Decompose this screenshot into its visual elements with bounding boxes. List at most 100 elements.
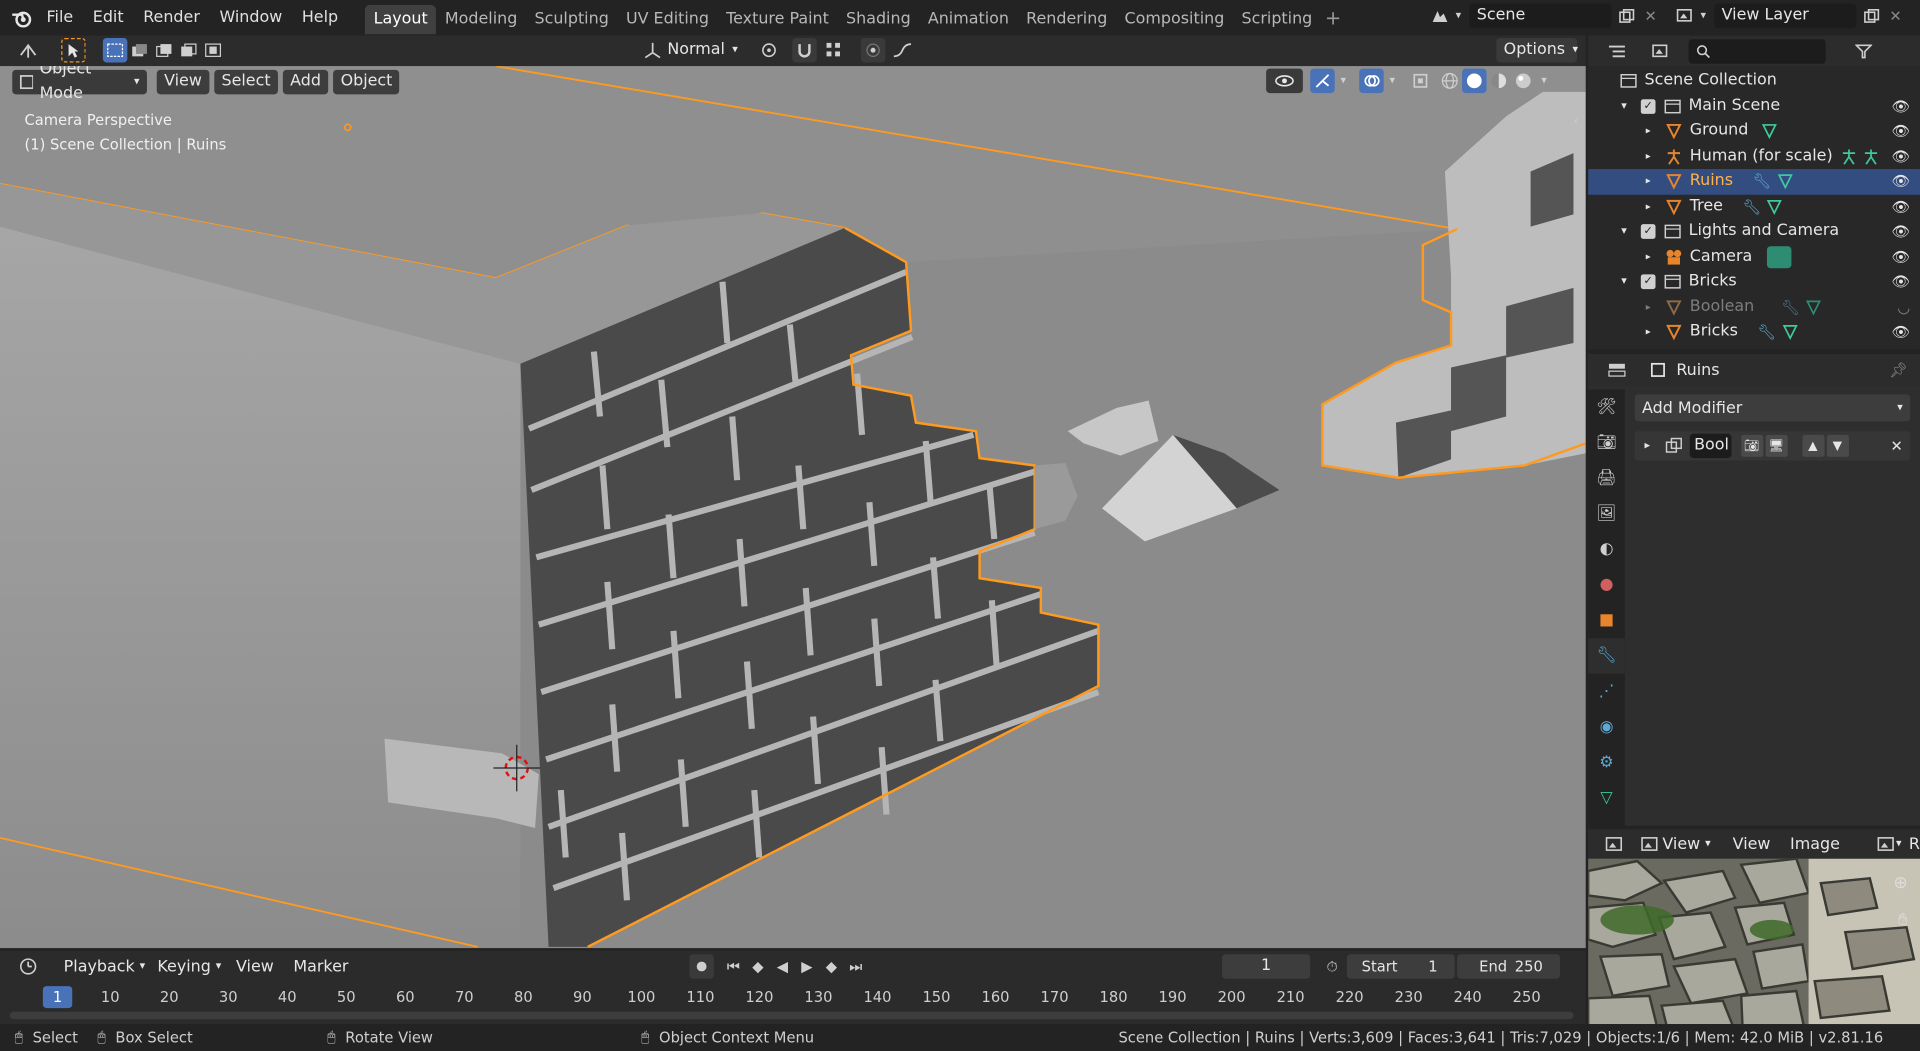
filter-icon[interactable] <box>1845 39 1882 63</box>
eye-icon[interactable]: 👁 <box>1892 194 1911 218</box>
render-tab-icon[interactable]: 📷︎ <box>1588 425 1625 461</box>
select-intersect-icon[interactable] <box>201 38 225 62</box>
outliner-row-ruins[interactable]: ▸ Ruins 🔧︎ 👁 <box>1588 169 1920 195</box>
pivot-point-icon[interactable] <box>753 38 787 62</box>
snap-grid-icon[interactable] <box>816 38 850 62</box>
tab-layout[interactable]: Layout <box>365 4 437 35</box>
expand-arrow-icon[interactable]: ▸ <box>1644 440 1650 452</box>
outliner-row-bricks[interactable]: ▸ Bricks 🔧︎ 👁 <box>1588 320 1920 345</box>
tab-modeling[interactable]: Modeling <box>436 5 526 34</box>
eye-icon[interactable]: 👁 <box>1892 220 1911 244</box>
checkbox-icon[interactable]: ✓ <box>1640 224 1656 240</box>
image-menu[interactable]: Image <box>1790 835 1840 853</box>
outliner-row-bricks-collection[interactable]: ▾ ✓ Bricks 👁 <box>1588 269 1920 294</box>
checkbox-icon[interactable]: ✓ <box>1640 274 1656 290</box>
outliner-editor-type-icon[interactable] <box>1598 39 1635 63</box>
viewport-toggle-icon[interactable]: 🖥︎ <box>1765 434 1788 457</box>
select-invert-icon[interactable] <box>176 38 200 62</box>
outliner-row-human[interactable]: ▸ Human (for scale) 👁 <box>1588 144 1920 169</box>
zoom-icon[interactable]: ⊕ <box>1893 873 1907 893</box>
add-menu[interactable]: Add <box>282 69 329 95</box>
eye-icon[interactable]: 👁 <box>1892 169 1911 193</box>
chevron-down-icon[interactable]: ▾ <box>1536 69 1553 93</box>
snap-toggle-icon[interactable] <box>791 37 817 63</box>
expand-arrow-icon[interactable]: ▾ <box>1621 270 1636 294</box>
select-extend-icon[interactable] <box>127 38 151 62</box>
solid-shading-icon[interactable] <box>1462 68 1487 94</box>
gizmo-toggle-icon[interactable] <box>1310 68 1335 94</box>
object-tab-icon[interactable]: ■ <box>1588 603 1625 639</box>
tab-scripting[interactable]: Scripting <box>1233 5 1321 34</box>
expand-arrow-icon[interactable]: ▸ <box>1646 119 1661 143</box>
image-view-dropdown[interactable]: View <box>1662 835 1700 853</box>
outliner-search-input[interactable] <box>1688 39 1826 64</box>
display-mode-icon[interactable] <box>1642 39 1679 63</box>
add-workspace-button[interactable]: + <box>1321 6 1345 30</box>
outliner-scene-collection[interactable]: Scene Collection <box>1588 69 1920 94</box>
menu-file[interactable]: File <box>37 0 83 36</box>
tab-animation[interactable]: Animation <box>919 5 1017 34</box>
start-frame-field[interactable]: Start 1 <box>1346 954 1455 979</box>
eye-icon[interactable]: 👁 <box>1892 119 1911 143</box>
wireframe-shading-icon[interactable] <box>1438 69 1462 93</box>
move-up-icon[interactable]: ▲ <box>1801 434 1824 457</box>
particles-tab-icon[interactable]: ⋰ <box>1588 674 1625 710</box>
current-frame-field[interactable]: 1 <box>1222 954 1311 979</box>
tab-shading[interactable]: Shading <box>837 5 919 34</box>
render-toggle-icon[interactable]: 📷︎ <box>1740 434 1763 457</box>
data-tab-icon[interactable]: ▽ <box>1588 780 1625 816</box>
expand-arrow-icon[interactable]: ▸ <box>1646 194 1661 218</box>
overlays-toggle-icon[interactable] <box>1359 68 1384 94</box>
falloff-icon[interactable] <box>885 38 919 62</box>
view-layer-field[interactable]: View Layer <box>1714 3 1857 29</box>
expand-arrow-icon[interactable]: ▸ <box>1646 320 1661 344</box>
view-menu[interactable]: View <box>156 69 210 95</box>
add-modifier-dropdown[interactable]: Add Modifier ▾ <box>1634 394 1911 422</box>
tool-tab-icon[interactable]: 🛠︎ <box>1588 390 1625 426</box>
eye-icon[interactable]: 👁 <box>1892 245 1911 269</box>
world-tab-icon[interactable]: ● <box>1588 567 1625 603</box>
record-icon[interactable] <box>689 954 714 979</box>
eye-icon[interactable]: 👁 <box>1892 320 1911 344</box>
blender-logo-icon[interactable] <box>7 6 36 30</box>
close-icon[interactable]: ✕ <box>1883 4 1907 28</box>
marker-menu[interactable]: Marker <box>293 957 348 975</box>
modifier-name-field[interactable]: Bool <box>1689 433 1731 459</box>
close-icon[interactable]: ✕ <box>1638 4 1662 28</box>
sidebar-toggle-icon[interactable]: ‹ <box>1573 115 1578 128</box>
jump-start-icon[interactable]: ⏮︎ <box>721 954 745 978</box>
orientation-dropdown[interactable]: Normal ▾ <box>637 38 745 62</box>
eye-icon[interactable]: 👁 <box>1892 144 1911 168</box>
expand-arrow-icon[interactable]: ▸ <box>1646 144 1661 168</box>
outliner-row-camera[interactable]: ▸ Camera 👁 <box>1588 244 1920 269</box>
outliner-row-lights-and-camera[interactable]: ▾ ✓ Lights and Camera 👁 <box>1588 219 1920 244</box>
pan-hand-icon[interactable]: ✋︎ <box>1898 910 1908 930</box>
physics-tab-icon[interactable]: ◉ <box>1588 709 1625 745</box>
new-scene-icon[interactable] <box>1614 4 1638 28</box>
constraints-tab-icon[interactable]: ⚙︎ <box>1588 745 1625 781</box>
expand-arrow-icon[interactable]: ▾ <box>1621 94 1636 118</box>
pin-icon[interactable]: 📌︎ <box>1889 361 1908 378</box>
tab-compositing[interactable]: Compositing <box>1116 5 1233 34</box>
select-tool-icon[interactable] <box>61 37 86 63</box>
3d-viewport[interactable]: Object Mode ▾ View Select Add Object ▾ ▾ <box>0 66 1586 949</box>
output-tab-icon[interactable]: 🖨︎ <box>1588 461 1625 497</box>
select-subtract-icon[interactable] <box>152 38 176 62</box>
checkbox-icon[interactable]: ✓ <box>1640 98 1656 114</box>
outliner-row-ground[interactable]: ▸ Ground 👁 <box>1588 119 1920 144</box>
playback-menu[interactable]: Playback <box>64 957 135 975</box>
expand-arrow-icon[interactable]: ▸ <box>1646 169 1661 193</box>
chevron-down-icon[interactable]: ▾ <box>1384 69 1401 93</box>
play-icon[interactable]: ▶ <box>795 954 819 978</box>
expand-arrow-icon[interactable]: ▾ <box>1621 220 1636 244</box>
texture-image[interactable]: ⊕ ✋︎ <box>1588 858 1920 1026</box>
tab-texture-paint[interactable]: Texture Paint <box>718 5 838 34</box>
select-box-new-icon[interactable] <box>102 37 128 63</box>
eye-icon[interactable]: 👁 <box>1892 94 1911 118</box>
select-menu[interactable]: Select <box>214 69 278 95</box>
object-menu[interactable]: Object <box>333 69 400 95</box>
tab-sculpting[interactable]: Sculpting <box>526 5 617 34</box>
timeline-editor-type-icon[interactable] <box>10 954 47 978</box>
timeline-view-menu[interactable]: View <box>236 957 274 975</box>
outliner-row-main-scene[interactable]: ▾ ✓ Main Scene 👁 <box>1588 94 1920 119</box>
